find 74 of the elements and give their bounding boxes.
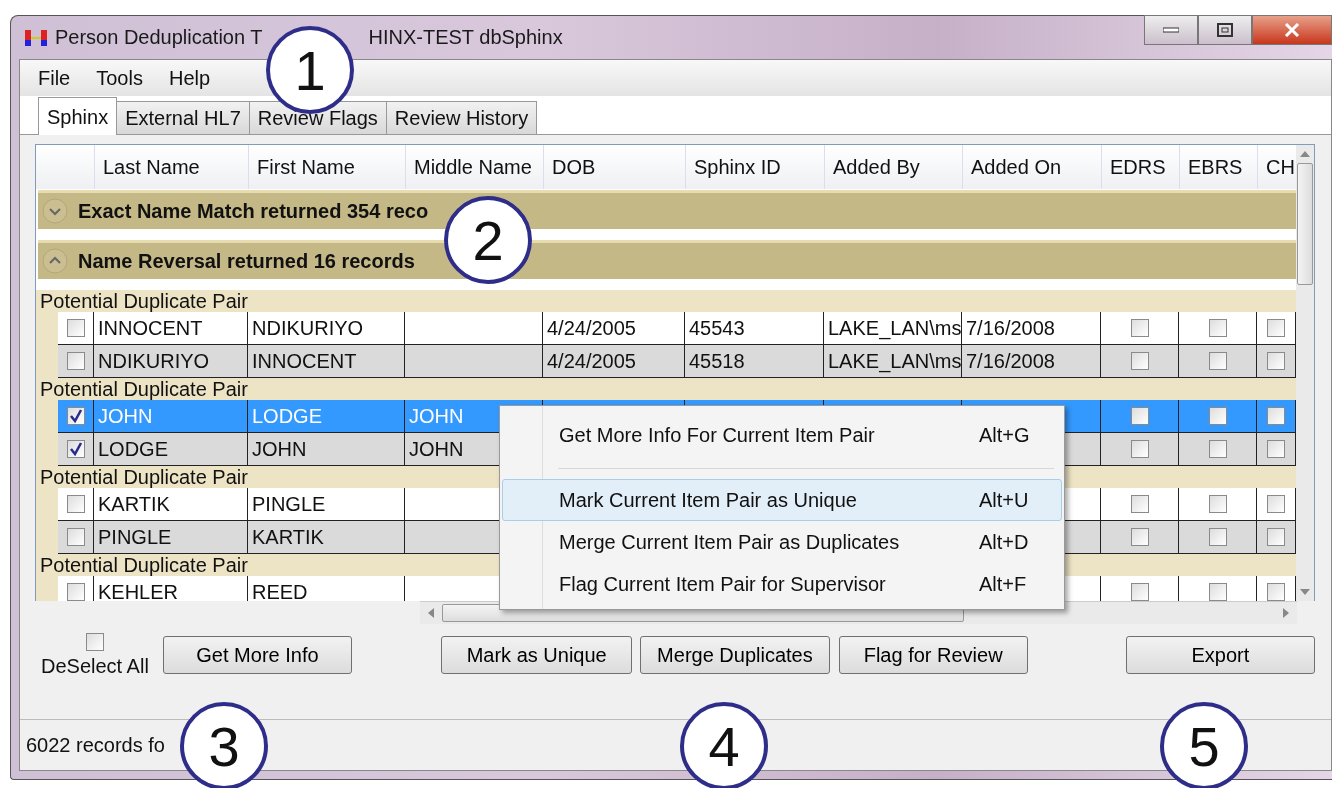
action-button[interactable]: Mark as Unique: [441, 636, 633, 674]
action-button[interactable]: Flag for Review: [838, 636, 1028, 674]
column-header[interactable]: First Name: [248, 145, 405, 189]
vertical-scrollbar[interactable]: [1296, 145, 1314, 601]
table-cell: REED: [248, 576, 405, 601]
menu-item[interactable]: File: [38, 66, 71, 90]
scroll-down-icon[interactable]: [1300, 589, 1310, 595]
checkbox[interactable]: [1130, 495, 1149, 513]
scroll-left-icon[interactable]: [428, 608, 434, 618]
minimize-icon: [1163, 27, 1179, 33]
action-button[interactable]: Export: [1125, 636, 1315, 674]
checkbox[interactable]: [66, 352, 85, 370]
checkbox[interactable]: [1130, 319, 1149, 337]
checkbox-label: DeSelect All: [41, 655, 149, 678]
checkbox[interactable]: [1208, 440, 1227, 458]
menu-item[interactable]: Help: [168, 66, 211, 90]
checkbox[interactable]: [1130, 440, 1149, 458]
checkbox[interactable]: [1208, 352, 1227, 370]
group-title: Exact Name Match returned 354 reco: [78, 199, 429, 223]
scroll-right-icon[interactable]: [1283, 608, 1289, 618]
scroll-up-icon[interactable]: [1300, 151, 1310, 157]
group-title: Name Reversal returned 16 records: [78, 249, 415, 273]
close-button[interactable]: [1252, 15, 1332, 45]
checkbox[interactable]: [1267, 495, 1285, 513]
chevron-icon[interactable]: [42, 198, 68, 224]
checkbox[interactable]: [66, 407, 85, 425]
minimize-button[interactable]: [1144, 15, 1198, 45]
column-header[interactable]: EDRS: [1101, 145, 1179, 189]
context-menu-item[interactable]: Mark Current Item Pair as Unique Alt+U: [502, 479, 1062, 521]
checkbox[interactable]: [66, 440, 85, 458]
column-header[interactable]: Last Name: [94, 145, 248, 189]
close-icon: [1284, 23, 1300, 37]
tab[interactable]: Sphinx: [38, 97, 118, 135]
checkbox[interactable]: [1130, 407, 1149, 425]
checkbox[interactable]: [1208, 319, 1227, 337]
pair-label: Potential Duplicate Pair: [36, 290, 1296, 312]
app-icon: [25, 27, 47, 48]
maximize-icon: [1217, 23, 1233, 37]
window-title: HINX-TEST dbSphinx: [368, 26, 563, 49]
checkbox[interactable]: [85, 633, 104, 651]
checkbox[interactable]: [1208, 583, 1227, 601]
maximize-button[interactable]: [1198, 15, 1252, 45]
action-button[interactable]: Get More Info: [162, 636, 353, 674]
chevron-icon[interactable]: [42, 248, 68, 274]
scroll-thumb[interactable]: [1297, 163, 1313, 285]
menu-item[interactable]: Tools: [96, 66, 143, 90]
checkbox[interactable]: [66, 528, 85, 546]
checkbox[interactable]: [1267, 583, 1285, 601]
pair-label: Potential Duplicate Pair: [36, 378, 1296, 400]
column-header[interactable]: Sphinx ID: [685, 145, 824, 189]
tab[interactable]: Review History: [385, 101, 538, 134]
checkbox[interactable]: [1130, 528, 1149, 546]
column-header[interactable]: Added By: [824, 145, 962, 189]
action-button[interactable]: Merge Duplicates: [640, 636, 830, 674]
checkbox[interactable]: [66, 583, 85, 601]
column-header[interactable]: DOB: [543, 145, 685, 189]
column-header[interactable]: Middle Name: [405, 145, 543, 189]
checkbox[interactable]: [1130, 583, 1149, 601]
checkbox[interactable]: [1208, 528, 1227, 546]
checkbox[interactable]: [1267, 352, 1285, 370]
checkbox[interactable]: [1130, 352, 1149, 370]
checkbox[interactable]: [1267, 319, 1285, 337]
checkbox[interactable]: [1267, 440, 1285, 458]
tab[interactable]: External HL7: [116, 101, 250, 134]
checkbox[interactable]: [1208, 407, 1227, 425]
table-cell: KEHLER: [94, 576, 248, 601]
checkbox[interactable]: [1208, 495, 1227, 513]
checkbox[interactable]: [1267, 528, 1285, 546]
column-header[interactable]: EBRS: [1179, 145, 1257, 189]
checkbox[interactable]: [1267, 407, 1285, 425]
window-title: Person Deduplication T: [55, 26, 263, 49]
column-header[interactable]: Added On: [962, 145, 1101, 189]
checkbox[interactable]: [66, 319, 85, 337]
checkbox[interactable]: [66, 495, 85, 513]
